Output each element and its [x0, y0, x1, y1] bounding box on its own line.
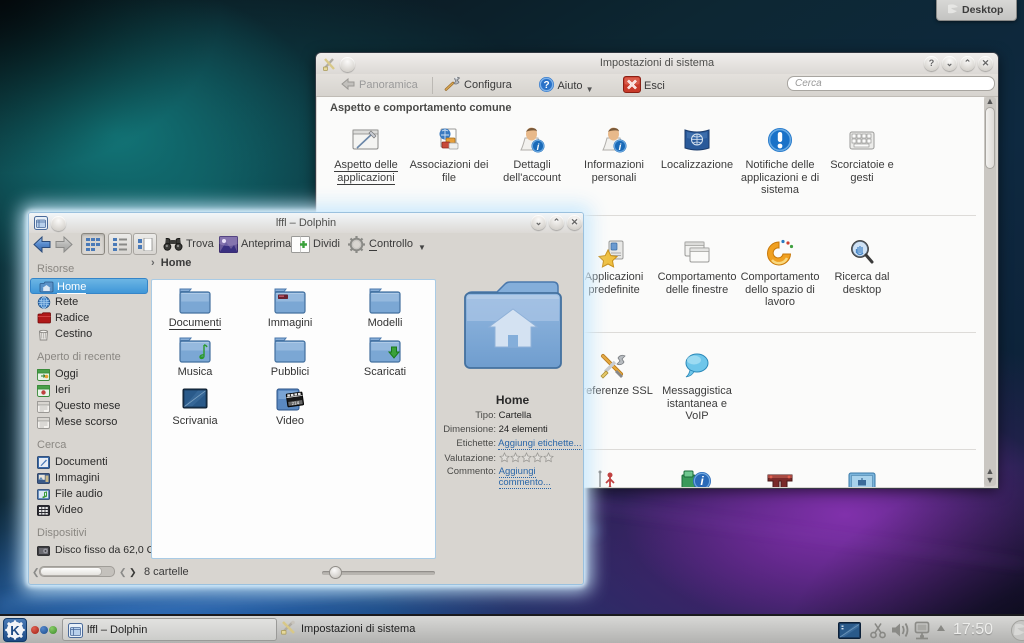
svg-text:?: ?	[543, 80, 549, 91]
svg-text:i: i	[537, 142, 540, 153]
svg-text:i: i	[619, 142, 622, 153]
